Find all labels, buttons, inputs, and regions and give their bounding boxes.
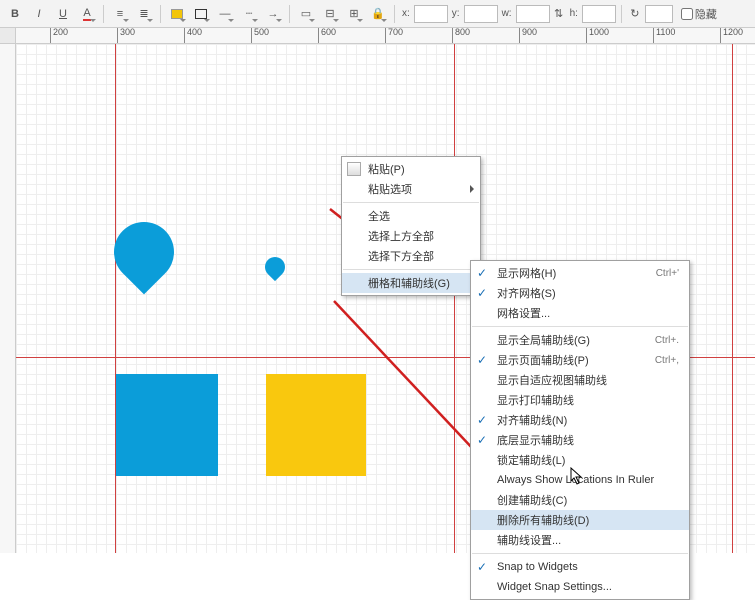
check-icon: ✓ [477, 433, 487, 447]
toolbar-separator [621, 5, 622, 23]
underline-button[interactable]: U [52, 4, 74, 24]
context-menu: 粘贴(P) 粘贴选项 全选 选择上方全部 选择下方全部 栅格和辅助线(G) [341, 156, 481, 296]
guide-vertical[interactable] [454, 44, 455, 553]
x-label: x: [402, 8, 410, 19]
toolbar-separator [289, 5, 290, 23]
menu-item-widget-snap-settings[interactable]: Widget Snap Settings... [471, 577, 689, 597]
menu-separator [472, 326, 688, 327]
menu-item-delete-all-guides[interactable]: 删除所有辅助线(D) [471, 510, 689, 530]
h-input[interactable] [582, 5, 616, 23]
fill-button[interactable] [166, 4, 188, 24]
hide-label: 隐藏 [695, 6, 717, 22]
menu-item-guide-settings[interactable]: 辅助线设置... [471, 530, 689, 550]
italic-button[interactable]: I [28, 4, 50, 24]
lock-button[interactable]: 🔒 [367, 4, 389, 24]
cursor-icon [570, 467, 584, 485]
menu-item-snap-widgets[interactable]: ✓Snap to Widgets [471, 557, 689, 577]
line-width-button[interactable]: — [214, 4, 236, 24]
menu-item-paste[interactable]: 粘贴(P) [342, 159, 480, 179]
shape-marker-small[interactable] [261, 253, 289, 281]
ruler-corner [0, 28, 16, 44]
link-wh-button[interactable]: ⇅ [552, 4, 566, 24]
rotate-icon[interactable]: ↻ [627, 4, 643, 24]
context-submenu-grid-guides: ✓显示网格(H)Ctrl+' ✓对齐网格(S) 网格设置... 显示全局辅助线(… [470, 260, 690, 600]
guide-vertical[interactable] [732, 44, 733, 553]
x-input[interactable] [414, 5, 448, 23]
workspace: 200 300 400 500 600 700 800 900 1000 110… [0, 28, 755, 553]
check-icon: ✓ [477, 353, 487, 367]
y-input[interactable] [464, 5, 498, 23]
font-color-button[interactable]: A [76, 4, 98, 24]
ruler-vertical[interactable] [0, 44, 16, 553]
menu-separator [343, 202, 479, 203]
bold-button[interactable]: B [4, 4, 26, 24]
check-icon: ✓ [477, 286, 487, 300]
menu-item-show-global-guides[interactable]: 显示全局辅助线(G)Ctrl+. [471, 330, 689, 350]
w-label: w: [502, 8, 512, 19]
menu-separator [343, 269, 479, 270]
check-icon: ✓ [477, 266, 487, 280]
menu-item-grid-settings[interactable]: 网格设置... [471, 303, 689, 323]
ruler-tick: 900 [519, 28, 537, 44]
submenu-arrow-icon [470, 185, 474, 193]
toolbar-separator [160, 5, 161, 23]
paste-icon [347, 162, 361, 176]
menu-separator [472, 553, 688, 554]
rotate-input[interactable] [645, 5, 673, 23]
menu-item-grid-guides[interactable]: 栅格和辅助线(G) [342, 273, 480, 293]
menu-item-paste-options[interactable]: 粘贴选项 [342, 179, 480, 199]
ruler-tick: 600 [318, 28, 336, 44]
ruler-horizontal[interactable]: 200 300 400 500 600 700 800 900 1000 110… [16, 28, 755, 44]
menu-item-select-above[interactable]: 选择上方全部 [342, 226, 480, 246]
menu-item-back-guides[interactable]: ✓底层显示辅助线 [471, 430, 689, 450]
ruler-tick: 1100 [653, 28, 675, 44]
menu-item-snap-grid[interactable]: ✓对齐网格(S) [471, 283, 689, 303]
ruler-tick: 400 [184, 28, 202, 44]
shape-square-yellow[interactable] [266, 374, 366, 476]
arrow-style-button[interactable]: → [262, 4, 284, 24]
menu-item-show-page-guides[interactable]: ✓显示页面辅助线(P)Ctrl+, [471, 350, 689, 370]
menu-item-select-below[interactable]: 选择下方全部 [342, 246, 480, 266]
h-label: h: [570, 8, 578, 19]
toolbar-separator [103, 5, 104, 23]
menu-item-show-adaptive[interactable]: 显示自适应视图辅助线 [471, 370, 689, 390]
line-color-button[interactable] [190, 4, 212, 24]
ruler-tick: 800 [452, 28, 470, 44]
ruler-tick: 200 [50, 28, 68, 44]
hide-checkbox[interactable]: 隐藏 [681, 6, 717, 22]
ruler-tick: 1200 [720, 28, 743, 44]
ruler-tick: 500 [251, 28, 269, 44]
valign-button[interactable]: ≣ [133, 4, 155, 24]
y-label: y: [452, 8, 460, 19]
check-icon: ✓ [477, 560, 487, 574]
ruler-tick: 700 [385, 28, 403, 44]
menu-item-snap-guides[interactable]: ✓对齐辅助线(N) [471, 410, 689, 430]
guide-vertical[interactable] [115, 44, 116, 553]
distribute-button[interactable]: ⊞ [343, 4, 365, 24]
check-icon: ✓ [477, 413, 487, 427]
order-button[interactable]: ▭ [295, 4, 317, 24]
w-input[interactable] [516, 5, 550, 23]
ruler-tick: 300 [117, 28, 135, 44]
line-style-button[interactable]: ┄ [238, 4, 260, 24]
ruler-tick: 1000 [586, 28, 609, 44]
align-button[interactable]: ⊟ [319, 4, 341, 24]
menu-item-show-grid[interactable]: ✓显示网格(H)Ctrl+' [471, 263, 689, 283]
menu-item-show-print[interactable]: 显示打印辅助线 [471, 390, 689, 410]
menu-item-create-guide[interactable]: 创建辅助线(C) [471, 490, 689, 510]
align-left-button[interactable]: ≡ [109, 4, 131, 24]
toolbar: B I U A ≡ ≣ — ┄ → ▭ ⊟ ⊞ 🔒 x: y: w: ⇅ h: … [0, 0, 755, 28]
shape-square-blue[interactable] [116, 374, 218, 476]
menu-item-select-all[interactable]: 全选 [342, 206, 480, 226]
toolbar-separator [394, 5, 395, 23]
canvas[interactable]: 粘贴(P) 粘贴选项 全选 选择上方全部 选择下方全部 栅格和辅助线(G) ✓显… [16, 44, 755, 553]
